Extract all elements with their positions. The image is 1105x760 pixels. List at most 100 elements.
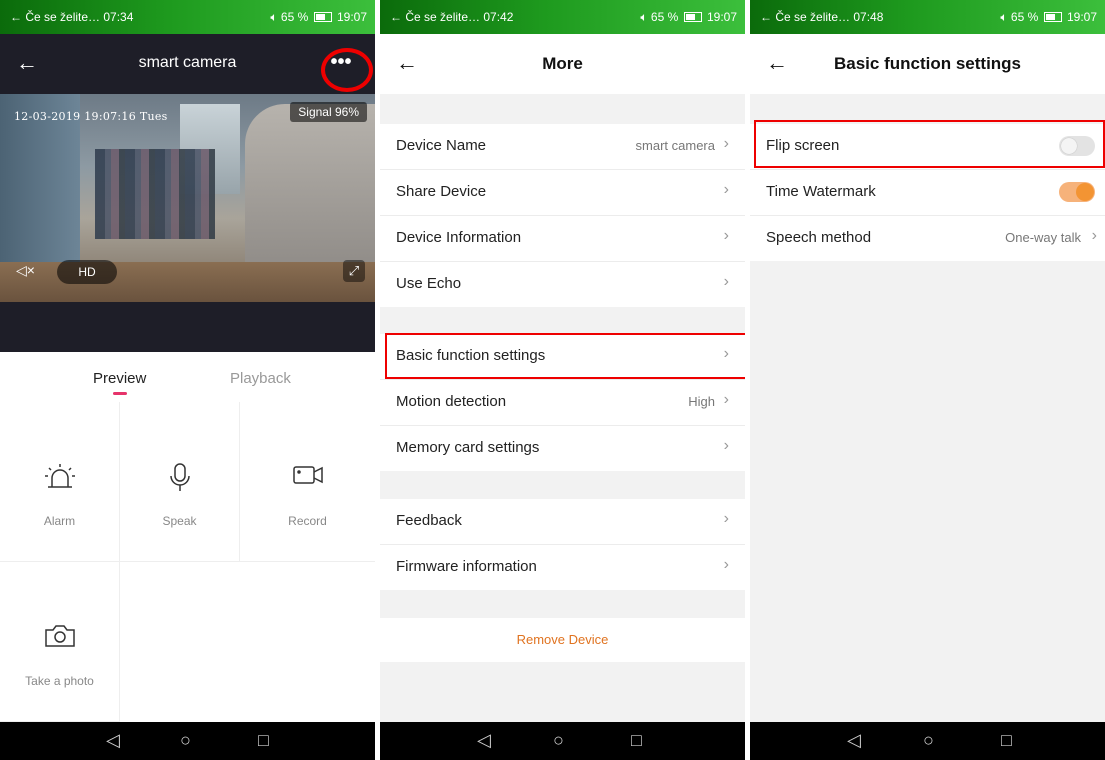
action-grid: Alarm Speak Record Take a photo	[0, 402, 375, 722]
row-label: Time Watermark	[766, 183, 876, 200]
mute-icon[interactable]: ◁×	[16, 262, 35, 279]
home-circle-icon[interactable]: ○	[923, 730, 934, 751]
device-name-row[interactable]: Device Name smart camera ›	[380, 124, 745, 170]
alarm-label: Alarm	[43, 514, 76, 528]
page-title: Basic function settings	[833, 54, 1022, 73]
row-label: Speech method	[766, 229, 872, 246]
back-triangle-icon[interactable]: ◁	[847, 730, 861, 751]
alarm-icon	[0, 462, 119, 497]
speak-label: Speak	[162, 514, 197, 528]
speech-method-row[interactable]: Speech method One-way talk ›	[750, 216, 1105, 261]
status-bar: ← Če se želite… 07:48 🔈︎ 65 % 19:07	[750, 0, 1105, 34]
use-echo-row[interactable]: Use Echo ›	[380, 262, 745, 307]
speak-button[interactable]: Speak	[120, 402, 240, 562]
row-value: One-way talk	[1005, 230, 1081, 245]
take-photo-label: Take a photo	[25, 674, 94, 688]
back-triangle-icon[interactable]: ◁	[106, 730, 120, 751]
chevron-right-icon: ›	[723, 227, 729, 244]
clock: 19:07	[1066, 10, 1097, 24]
highlight-box	[385, 333, 745, 379]
clock: 19:07	[706, 10, 737, 24]
basic-function-settings-screen: ← Če se želite… 07:48 🔈︎ 65 % 19:07 ← Ba…	[750, 0, 1105, 760]
fullscreen-icon[interactable]: ⤢	[343, 260, 365, 282]
page-title: smart camera	[138, 54, 237, 71]
chevron-right-icon: ›	[723, 273, 729, 290]
tab-playback[interactable]: Playback	[230, 370, 291, 387]
time-watermark-row: Time Watermark	[750, 170, 1105, 216]
camera-icon	[0, 622, 119, 655]
status-bar: ← Če se želite… 07:42 🔈︎ 65 % 19:07	[380, 0, 745, 34]
battery-icon	[683, 12, 702, 22]
system-navigation-bar: ◁ ○ □	[0, 722, 375, 760]
row-label: Feedback	[396, 512, 462, 529]
top-navigation: ← Basic function settings	[750, 34, 1105, 94]
row-label: Device Name	[396, 137, 487, 154]
battery-percent: 65 %	[650, 10, 679, 24]
volume-icon: 🔈︎	[640, 10, 648, 24]
firmware-information-row[interactable]: Firmware information ›	[380, 545, 745, 590]
camera-preview-screen: ← Če se želite… 07:34 🔈︎ 65 % 19:07 ← sm…	[0, 0, 375, 760]
record-label: Record	[288, 514, 327, 528]
row-value: High	[688, 394, 715, 409]
back-triangle-icon[interactable]: ◁	[477, 730, 491, 751]
recents-square-icon[interactable]: □	[258, 730, 269, 751]
row-label: Use Echo	[396, 275, 462, 292]
feedback-row[interactable]: Feedback ›	[380, 499, 745, 545]
recents-square-icon[interactable]: □	[1001, 730, 1012, 751]
video-timestamp: 12-03-2019 19:07:16 Tues	[14, 110, 168, 123]
status-bar-right: 🔈︎ 65 % 19:07	[270, 10, 367, 25]
top-navigation: ← smart camera •••	[0, 34, 375, 94]
take-photo-button[interactable]: Take a photo	[0, 562, 120, 722]
camera-feed-image: 12-03-2019 19:07:16 Tues Signal 96% ◁× H…	[0, 94, 375, 302]
chevron-right-icon: ›	[1091, 227, 1097, 244]
share-device-row[interactable]: Share Device ›	[380, 170, 745, 216]
clock: 19:07	[336, 10, 367, 24]
system-navigation-bar: ◁ ○ □	[380, 722, 745, 760]
top-navigation: ← More	[380, 34, 745, 94]
status-bar-notification: ← Če se želite… 07:48	[760, 10, 884, 24]
tab-preview[interactable]: Preview	[93, 370, 146, 387]
chevron-right-icon: ›	[723, 181, 729, 198]
quality-toggle-button[interactable]: HD	[57, 260, 117, 284]
active-tab-indicator	[113, 392, 127, 395]
chevron-right-icon: ›	[723, 556, 729, 573]
alarm-button[interactable]: Alarm	[0, 402, 120, 562]
battery-percent: 65 %	[280, 10, 309, 24]
recents-square-icon[interactable]: □	[631, 730, 642, 751]
live-video-view[interactable]: 12-03-2019 19:07:16 Tues Signal 96% ◁× H…	[0, 94, 375, 352]
battery-percent: 65 %	[1010, 10, 1039, 24]
status-bar-right: 🔈︎ 65 % 19:07	[640, 10, 737, 25]
chevron-right-icon: ›	[723, 510, 729, 527]
status-bar-notification: ← Če se želite… 07:34	[10, 10, 134, 24]
signal-badge: Signal 96%	[290, 102, 367, 122]
more-screen: ← Če se želite… 07:42 🔈︎ 65 % 19:07 ← Mo…	[380, 0, 745, 760]
device-settings-group: Device Name smart camera › Share Device …	[380, 124, 745, 307]
status-bar-right: 🔈︎ 65 % 19:07	[1000, 10, 1097, 25]
chevron-right-icon: ›	[723, 437, 729, 454]
device-information-row[interactable]: Device Information ›	[380, 216, 745, 262]
row-value: smart camera	[635, 138, 715, 153]
motion-detection-row[interactable]: Motion detection High ›	[380, 380, 745, 426]
status-bar-notification: ← Če se želite… 07:42	[390, 10, 514, 24]
memory-card-settings-row[interactable]: Memory card settings ›	[380, 426, 745, 471]
chevron-right-icon: ›	[723, 391, 729, 408]
home-circle-icon[interactable]: ○	[553, 730, 564, 751]
chevron-right-icon: ›	[723, 135, 729, 152]
video-record-icon	[240, 462, 375, 493]
row-label: Firmware information	[396, 558, 537, 575]
row-label: Share Device	[396, 183, 487, 200]
view-tabs: Preview Playback	[0, 352, 375, 403]
page-title: More	[542, 54, 583, 73]
system-navigation-bar: ◁ ○ □	[750, 722, 1105, 760]
status-bar: ← Če se želite… 07:34 🔈︎ 65 % 19:07	[0, 0, 375, 34]
remove-device-button[interactable]: Remove Device	[380, 618, 745, 662]
time-watermark-toggle[interactable]	[1059, 182, 1095, 202]
highlight-box	[754, 120, 1105, 168]
microphone-icon	[120, 462, 239, 499]
row-label: Motion detection	[396, 393, 507, 410]
battery-icon	[313, 12, 332, 22]
record-button[interactable]: Record	[240, 402, 375, 562]
row-label: Memory card settings	[396, 439, 540, 456]
home-circle-icon[interactable]: ○	[180, 730, 191, 751]
support-group: Feedback › Firmware information ›	[380, 499, 745, 590]
